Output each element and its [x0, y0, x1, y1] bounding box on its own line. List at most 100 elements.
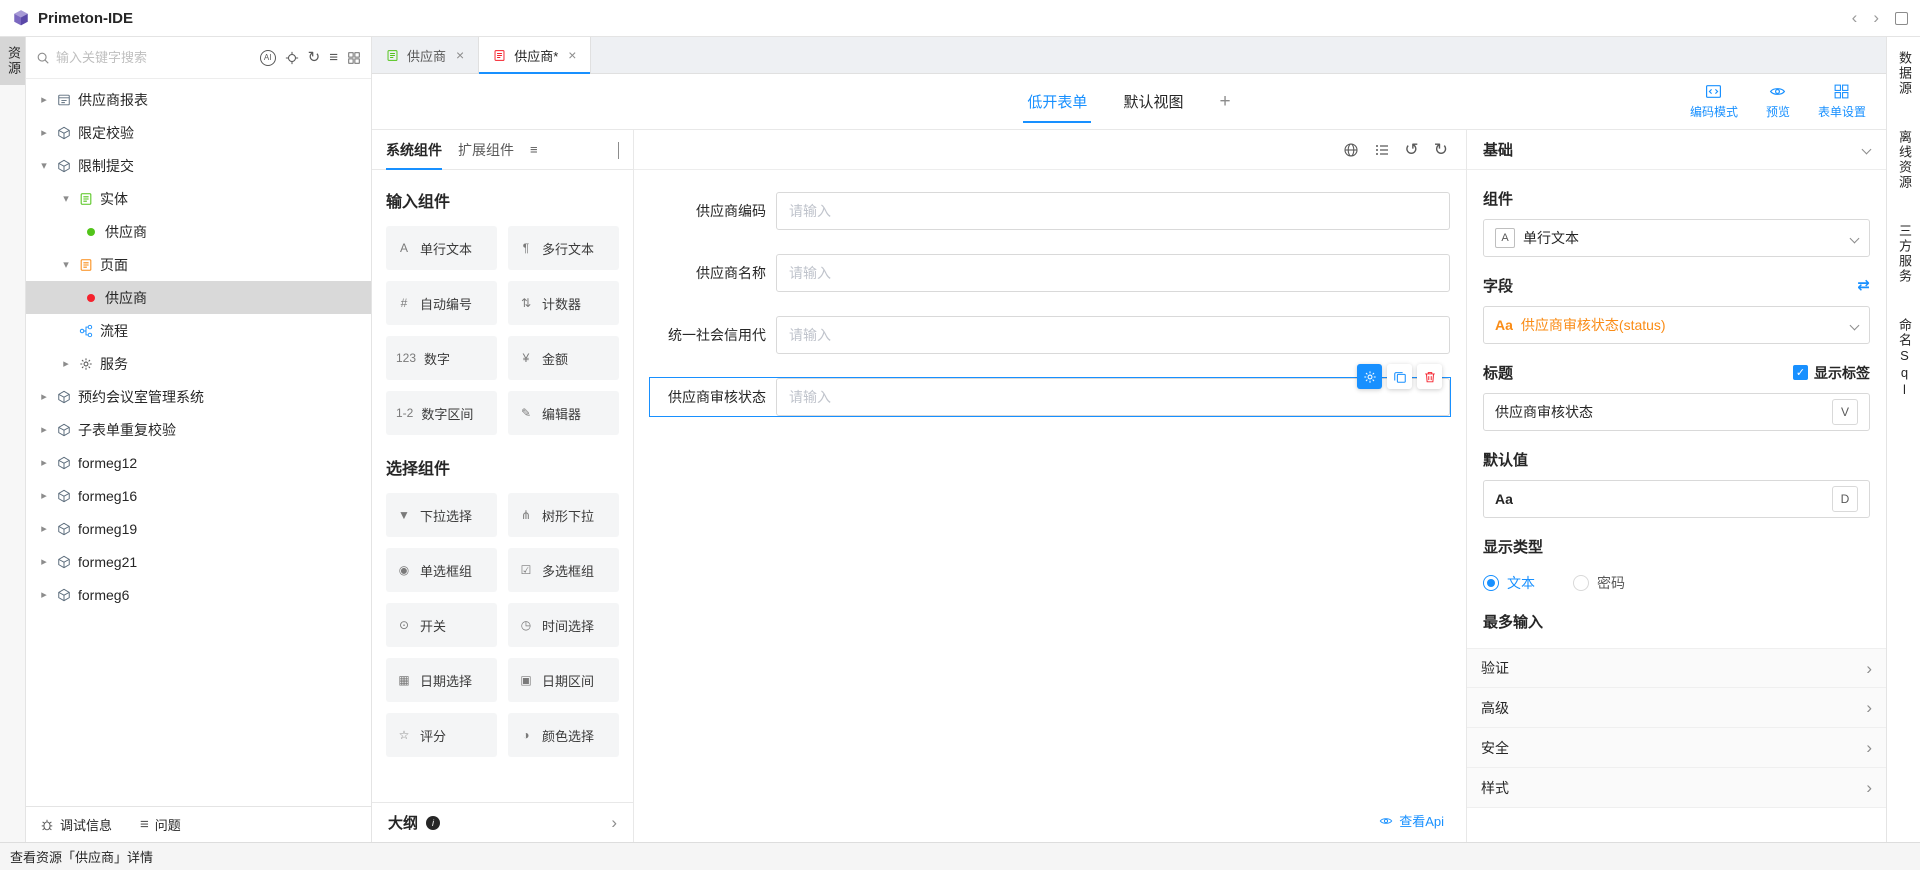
caret-right-icon[interactable]: ▸ — [38, 423, 50, 436]
tree-item-formeg21[interactable]: ▸ formeg21 — [26, 545, 371, 578]
editor-tab-supplier-dirty[interactable]: 供应商* × — [479, 37, 591, 73]
palette-tab-system[interactable]: 系统组件 — [386, 130, 442, 169]
panel-style[interactable]: 样式 › — [1467, 768, 1886, 808]
right-tab-offline-resources[interactable]: 离线资源 — [1896, 130, 1911, 190]
tree-item-subform-duplicate-check[interactable]: ▸ 子表单重复校验 — [26, 413, 371, 446]
left-dock-tab-resources[interactable]: 资源 — [0, 37, 25, 85]
tree-leaf-supplier-entity[interactable]: 供应商 — [26, 215, 371, 248]
caret-right-icon[interactable]: ▸ — [60, 357, 72, 370]
form-field-supplier-name[interactable]: 供应商名称 — [650, 254, 1450, 292]
undo-icon[interactable]: ↺ — [1405, 141, 1419, 158]
palette-item-time-picker[interactable]: ◷时间选择 — [508, 603, 619, 647]
form-settings-button[interactable]: 表单设置 — [1818, 83, 1866, 120]
caret-right-icon[interactable]: ▸ — [38, 93, 50, 106]
dynamic-binding-button[interactable]: D — [1832, 486, 1858, 512]
caret-right-icon[interactable]: ▸ — [38, 588, 50, 601]
caret-right-icon[interactable]: ▸ — [38, 126, 50, 139]
palette-item-dropdown[interactable]: ▼下拉选择 — [386, 493, 497, 537]
chevron-right-icon[interactable]: › — [611, 814, 617, 831]
radio-password[interactable]: 密码 — [1573, 573, 1625, 593]
component-select[interactable]: A 单行文本 — [1483, 219, 1870, 257]
title-input[interactable] — [1495, 404, 1824, 420]
caret-down-icon[interactable]: ▾ — [60, 192, 72, 205]
form-field-supplier-code[interactable]: 供应商编码 — [650, 192, 1450, 230]
tree-item-formeg6[interactable]: ▸ formeg6 — [26, 578, 371, 611]
radio-text[interactable]: 文本 — [1483, 573, 1535, 593]
locate-icon[interactable] — [285, 51, 299, 65]
palette-item-multi-line-text[interactable]: ¶多行文本 — [508, 226, 619, 270]
palette-menu-icon[interactable]: ≡ — [530, 142, 538, 157]
supplier-code-input[interactable] — [776, 192, 1450, 230]
palette-item-number[interactable]: 123数字 — [386, 336, 497, 380]
caret-right-icon[interactable]: ▸ — [38, 522, 50, 535]
panel-advanced[interactable]: 高级 › — [1467, 688, 1886, 728]
right-tab-third-party-services[interactable]: 三方服务 — [1896, 224, 1911, 284]
palette-item-amount[interactable]: ¥金额 — [508, 336, 619, 380]
tree-item-formeg12[interactable]: ▸ formeg12 — [26, 446, 371, 479]
palette-item-switch[interactable]: ⊙开关 — [386, 603, 497, 647]
globe-icon[interactable] — [1343, 142, 1359, 158]
close-icon[interactable]: × — [456, 47, 464, 63]
caret-right-icon[interactable]: ▸ — [38, 489, 50, 502]
field-delete-button[interactable] — [1417, 364, 1442, 389]
palette-tab-extension[interactable]: 扩展组件 — [458, 130, 514, 169]
sort-icon[interactable]: ≡ — [329, 50, 338, 65]
palette-item-radio-group[interactable]: ◉单选框组 — [386, 548, 497, 592]
palette-item-date-range[interactable]: ▣日期区间 — [508, 658, 619, 702]
chevron-down-icon[interactable] — [1862, 145, 1872, 155]
ai-icon[interactable]: AI — [260, 50, 276, 66]
palette-item-single-line-text[interactable]: A单行文本 — [386, 226, 497, 270]
form-field-credit-code[interactable]: 统一社会信用代 — [650, 316, 1450, 354]
caret-right-icon[interactable]: ▸ — [38, 390, 50, 403]
tree-leaf-supplier-page[interactable]: 供应商 — [26, 281, 371, 314]
tree-node-page[interactable]: ▾ 页面 — [26, 248, 371, 281]
palette-item-auto-number[interactable]: #自动编号 — [386, 281, 497, 325]
field-select[interactable]: Aa 供应商审核状态(status) — [1483, 306, 1870, 344]
search-input[interactable] — [56, 50, 254, 65]
right-tab-datasource[interactable]: 数据源 — [1896, 51, 1911, 96]
form-field-audit-status[interactable]: 供应商审核状态 — [650, 378, 1450, 416]
field-copy-button[interactable] — [1387, 364, 1412, 389]
caret-down-icon[interactable]: ▾ — [60, 258, 72, 271]
redo-icon[interactable]: ↻ — [1434, 141, 1448, 158]
panel-icon[interactable] — [347, 51, 361, 65]
palette-item-date-picker[interactable]: ▦日期选择 — [386, 658, 497, 702]
variable-binding-button[interactable]: V — [1832, 399, 1858, 425]
show-label-checkbox[interactable] — [1793, 365, 1808, 380]
audit-status-input[interactable] — [776, 378, 1450, 416]
palette-item-color-picker[interactable]: ◑颜色选择 — [508, 713, 619, 757]
properties-header[interactable]: 基础 — [1467, 130, 1886, 170]
field-settings-button[interactable] — [1357, 364, 1382, 389]
tree-node-service[interactable]: ▸ 服务 — [26, 347, 371, 380]
credit-code-input[interactable] — [776, 316, 1450, 354]
palette-item-rating[interactable]: ☆评分 — [386, 713, 497, 757]
caret-right-icon[interactable]: ▸ — [38, 555, 50, 568]
default-value-input[interactable]: Aa D — [1483, 480, 1870, 518]
panel-validation[interactable]: 验证 › — [1467, 648, 1886, 688]
palette-item-tree-dropdown[interactable]: ⋔树形下拉 — [508, 493, 619, 537]
tree-node-entity[interactable]: ▾ 实体 — [26, 182, 371, 215]
outline-list-icon[interactable] — [1374, 142, 1390, 158]
code-mode-button[interactable]: 编码模式 — [1690, 83, 1738, 120]
view-tab-default-view[interactable]: 默认视图 — [1123, 91, 1183, 112]
panel-security[interactable]: 安全 › — [1467, 728, 1886, 768]
outline-bar[interactable]: 大纲 i › — [372, 802, 633, 842]
caret-down-icon[interactable]: ▾ — [38, 159, 50, 172]
refresh-icon[interactable]: ↻ — [308, 50, 321, 65]
preview-button[interactable]: 预览 — [1766, 83, 1790, 120]
tree-item-limit-submit[interactable]: ▾ 限制提交 — [26, 149, 371, 182]
tree-item-supplier-report[interactable]: ▸ 供应商报表 — [26, 83, 371, 116]
nav-forward-icon[interactable]: › — [1873, 8, 1879, 28]
palette-item-number-range[interactable]: 1-2数字区间 — [386, 391, 497, 435]
tree-item-formeg19[interactable]: ▸ formeg19 — [26, 512, 371, 545]
palette-item-editor[interactable]: ✎编辑器 — [508, 391, 619, 435]
tree-node-flow[interactable]: ▸ 流程 — [26, 314, 371, 347]
nav-back-icon[interactable]: ‹ — [1852, 8, 1858, 28]
tree-item-formeg16[interactable]: ▸ formeg16 — [26, 479, 371, 512]
tree-item-limit-check[interactable]: ▸ 限定校验 — [26, 116, 371, 149]
tree-item-meeting-room-system[interactable]: ▸ 预约会议室管理系统 — [26, 380, 371, 413]
editor-tab-supplier[interactable]: 供应商 × — [372, 37, 479, 73]
palette-item-checkbox-group[interactable]: ☑多选框组 — [508, 548, 619, 592]
palette-item-counter[interactable]: ⇅计数器 — [508, 281, 619, 325]
caret-right-icon[interactable]: ▸ — [38, 456, 50, 469]
